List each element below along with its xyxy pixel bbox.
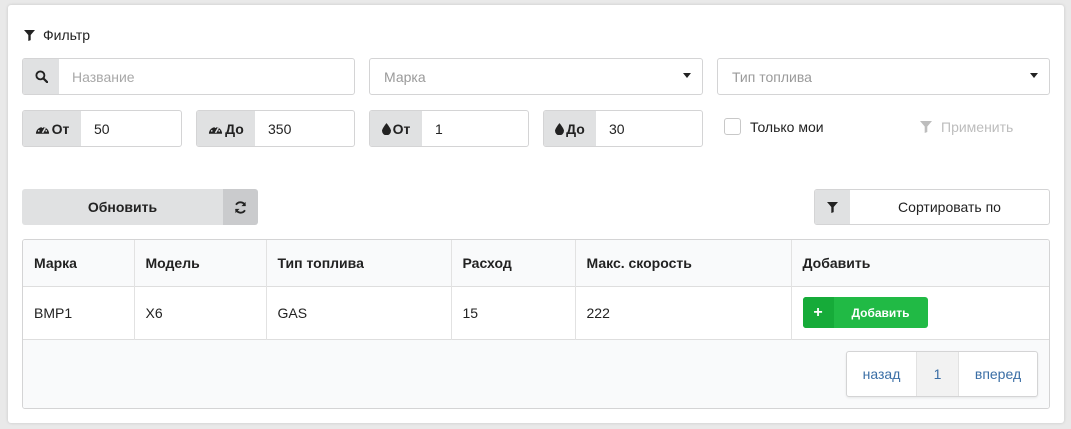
table-footer: назад 1 вперед — [23, 340, 1049, 408]
refresh-icon — [223, 189, 258, 225]
header-max-speed[interactable]: Макс. скорость — [575, 240, 792, 286]
only-mine-label: Только мои — [750, 118, 824, 135]
add-button-label: Добавить — [851, 305, 910, 320]
header-model[interactable]: Модель — [134, 240, 267, 286]
filter-icon — [920, 121, 932, 133]
speed-to-input[interactable] — [255, 111, 354, 146]
only-mine-checkbox[interactable] — [724, 118, 741, 135]
speed-from-group: От — [22, 110, 182, 147]
brand-select[interactable]: Марка — [369, 58, 703, 95]
add-button[interactable]: + Добавить — [802, 297, 928, 328]
cell-consumption: 15 — [451, 286, 576, 339]
speed-from-label: От — [51, 120, 70, 137]
consumption-to-group: До — [543, 110, 703, 147]
tachometer-icon — [209, 125, 223, 134]
plus-icon: + — [802, 297, 834, 328]
tachometer-icon — [35, 125, 49, 134]
table-row: BMP1 X6 GAS 15 222 + Добавить — [23, 286, 1049, 339]
filter-title-label: Фильтр — [43, 27, 91, 43]
apply-button-label: Применить — [941, 119, 1014, 135]
search-icon — [23, 59, 59, 94]
sort-button[interactable]: Сортировать по — [814, 189, 1050, 225]
only-mine-checkbox-wrap[interactable]: Только мои — [724, 118, 824, 135]
consumption-from-addon: От — [370, 111, 422, 146]
name-search-group — [22, 58, 355, 95]
speed-to-addon: До — [197, 111, 255, 146]
filter-title: Фильтр — [24, 27, 90, 43]
pagination-page-1[interactable]: 1 — [917, 352, 959, 396]
cars-table: Марка Модель Тип топлива Расход Макс. ск… — [22, 239, 1050, 409]
chevron-down-icon — [1030, 73, 1038, 78]
pagination: назад 1 вперед — [846, 351, 1038, 397]
fuel-type-select-placeholder: Тип топлива — [732, 68, 812, 85]
chevron-down-icon — [683, 73, 691, 78]
header-fuel-type[interactable]: Тип топлива — [266, 240, 452, 286]
brand-select-placeholder: Марка — [384, 68, 426, 85]
sort-button-label: Сортировать по — [898, 199, 1001, 215]
pagination-prev[interactable]: назад — [847, 352, 917, 396]
table-header-row: Марка Модель Тип топлива Расход Макс. ск… — [23, 240, 1049, 286]
cell-brand: BMP1 — [23, 286, 135, 339]
consumption-to-input[interactable] — [596, 111, 702, 146]
name-search-input[interactable] — [59, 59, 354, 94]
apply-button[interactable]: Применить — [920, 119, 1013, 135]
droplet-icon — [381, 122, 391, 135]
cell-fuel-type: GAS — [266, 286, 452, 339]
cell-add: + Добавить — [791, 286, 1049, 339]
refresh-button[interactable]: Обновить — [22, 189, 258, 225]
cell-model: X6 — [134, 286, 267, 339]
header-add: Добавить — [802, 254, 871, 271]
fuel-type-select[interactable]: Тип топлива — [717, 58, 1050, 95]
refresh-button-label: Обновить — [22, 189, 223, 225]
filter-icon — [815, 190, 850, 224]
speed-from-input[interactable] — [81, 111, 181, 146]
header-brand[interactable]: Марка — [23, 240, 135, 286]
consumption-to-addon: До — [544, 111, 596, 146]
speed-to-group: До — [196, 110, 355, 147]
filter-card: Фильтр Марка Тип топлива От До — [8, 5, 1064, 423]
consumption-from-group: От — [369, 110, 529, 147]
speed-from-addon: От — [23, 111, 81, 146]
consumption-from-input[interactable] — [422, 111, 528, 146]
header-consumption[interactable]: Расход — [451, 240, 576, 286]
filter-icon — [24, 29, 35, 41]
consumption-to-label: До — [566, 120, 585, 137]
speed-to-label: До — [225, 120, 244, 137]
pagination-next[interactable]: вперед — [959, 352, 1037, 396]
consumption-from-label: От — [392, 120, 411, 137]
droplet-icon — [555, 122, 565, 135]
cell-max-speed: 222 — [575, 286, 792, 339]
